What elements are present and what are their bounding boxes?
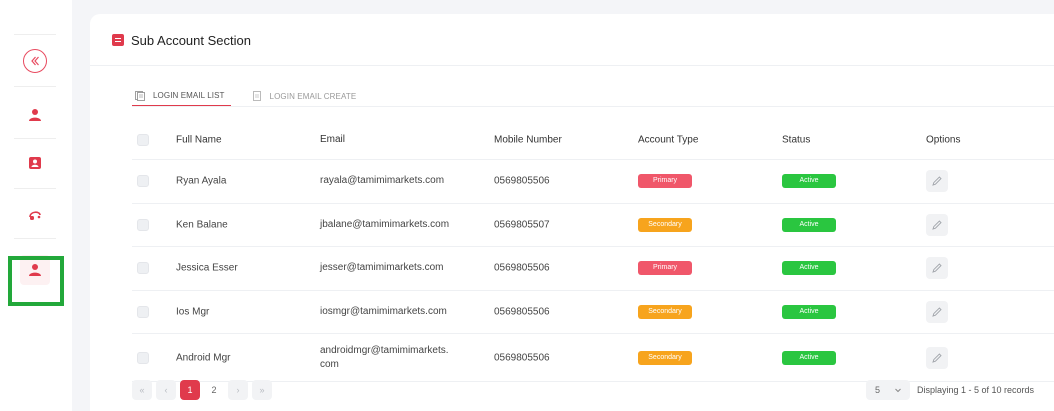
page-size-select[interactable]: 5 [866,380,910,400]
column-header-mobile: Mobile Number [494,134,562,145]
full-name-cell: Ken Balane [176,219,228,231]
sidebar-item-contact[interactable] [20,148,50,178]
column-header-status: Status [782,134,811,145]
page-size-value: 5 [875,385,881,395]
pagination: « ‹ 1 2 › » [132,380,276,400]
mobile-cell: 0569805506 [494,352,550,363]
tab-divider [132,106,1054,107]
account-type-badge: Primary [638,174,692,189]
row-checkbox[interactable] [137,218,149,231]
page-1-button[interactable]: 1 [180,380,200,400]
account-type-badge: Secondary [638,217,692,232]
full-name-cell: Jessica Esser [176,262,238,274]
account-type-badge: Secondary [638,304,692,319]
column-header-full-name: Full Name [176,134,222,145]
pencil-icon [932,220,942,230]
sidebar-divider [14,188,56,189]
status-badge: Active [782,174,836,189]
account-type-badge: Primary [638,261,692,276]
email-cell: jbalane@tamimimarkets.com [320,218,450,230]
email-cell: jesser@tamimimarkets.com [320,262,444,274]
pencil-icon [932,352,942,363]
tab-login-email-list[interactable]: LOGIN EMAIL LIST [132,86,231,106]
table-row: Ios Mgr iosmgr@tamimimarkets.com 0569805… [132,291,1054,334]
tab-bar: LOGIN EMAIL LIST LOGIN EMAIL CREATE [132,86,362,106]
full-name-cell: Ios Mgr [176,306,210,318]
prev-page-button[interactable]: ‹ [156,380,176,400]
records-summary: Displaying 1 - 5 of 10 records [917,385,1035,395]
row-checkbox[interactable] [137,262,149,275]
sidebar-selection-highlight [8,256,64,306]
app-window: Sub Account Section LOGIN EMAIL LIST LOG… [0,0,1054,411]
table-row: Ken Balane jbalane@tamimimarkets.com 056… [132,204,1054,247]
page-2-button[interactable]: 2 [204,380,224,400]
tab-label: LOGIN EMAIL LIST [153,91,225,100]
sidebar [0,0,72,411]
column-header-email: Email [320,133,346,145]
column-header-account-type: Account Type [638,134,699,145]
pencil-icon [932,307,942,317]
mobile-cell: 0569805506 [494,262,550,274]
status-badge: Active [782,304,836,319]
table-header-row: Full Name Email Mobile Number Account Ty… [132,120,1054,160]
sub-account-card: Sub Account Section LOGIN EMAIL LIST LOG… [90,14,1054,411]
card-header: Sub Account Section [90,14,1054,66]
status-badge: Active [782,350,836,365]
next-page-button[interactable]: › [228,380,248,400]
sidebar-divider [14,34,56,35]
edit-button[interactable] [926,170,948,193]
sidebar-divider [14,238,56,239]
status-badge: Active [782,217,836,232]
column-header-options: Options [926,134,961,145]
select-all-checkbox[interactable] [137,133,149,146]
sidebar-collapse-button[interactable] [20,46,50,76]
first-page-button[interactable]: « [132,380,152,400]
user-icon [29,109,41,121]
full-name-cell: Android Mgr [176,352,231,363]
sidebar-item-support[interactable] [20,200,50,230]
mobile-cell: 0569805507 [494,219,550,231]
row-checkbox[interactable] [137,175,149,188]
email-cell: iosmgr@tamimimarkets.com [320,305,447,317]
document-icon [252,91,261,101]
email-cell: rayala@tamimimarkets.com [320,175,445,187]
status-badge: Active [782,261,836,276]
mobile-cell: 0569805506 [494,306,550,318]
pencil-icon [932,263,942,273]
row-checkbox[interactable] [137,305,149,318]
table-row: Ryan Ayala rayala@tamimimarkets.com 0569… [132,160,1054,204]
edit-button[interactable] [926,213,948,236]
contact-card-icon [29,157,41,169]
account-type-badge: Secondary [638,350,692,365]
page-title: Sub Account Section [131,33,251,48]
headset-icon [29,211,41,220]
sidebar-divider [14,138,56,139]
table-row: Android Mgr androidmgr@tamimimarkets. co… [132,334,1054,382]
chevron-down-icon [895,388,901,393]
edit-button[interactable] [926,300,948,323]
sidebar-divider [14,86,56,87]
row-checkbox[interactable] [137,351,149,364]
sidebar-item-users[interactable] [20,100,50,130]
edit-button[interactable] [926,257,948,280]
chevron-double-left-icon [23,49,47,73]
last-page-button[interactable]: » [252,380,272,400]
table-row: Jessica Esser jesser@tamimimarkets.com 0… [132,247,1054,291]
sub-account-table: Full Name Email Mobile Number Account Ty… [132,120,1054,382]
pencil-icon [932,176,942,186]
tab-login-email-create[interactable]: LOGIN EMAIL CREATE [249,86,363,106]
list-icon [135,90,145,101]
list-icon [112,34,124,46]
email-cell: androidmgr@tamimimarkets. com [320,344,449,370]
edit-button[interactable] [926,346,948,369]
mobile-cell: 0569805506 [494,175,550,187]
full-name-cell: Ryan Ayala [176,175,227,187]
tab-label: LOGIN EMAIL CREATE [269,91,357,101]
